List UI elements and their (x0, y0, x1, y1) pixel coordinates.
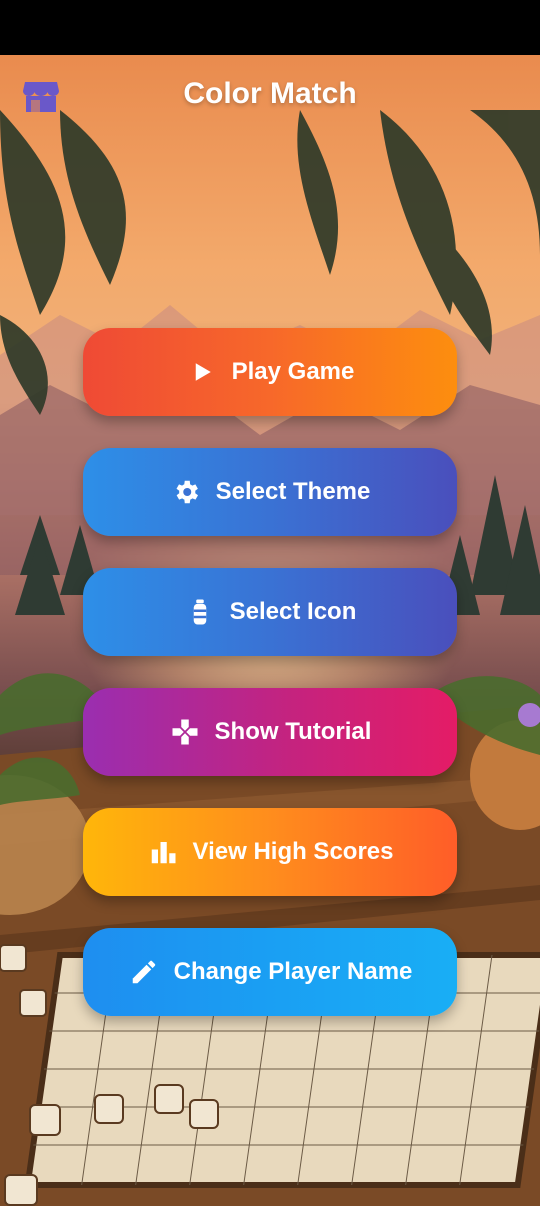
gamepad-icon (169, 716, 201, 748)
app-title: Color Match (183, 77, 357, 110)
select-icon-button[interactable]: Select Icon (83, 568, 457, 656)
bottle-icon (184, 596, 216, 628)
app-bar: Color Match (0, 55, 540, 137)
status-bar (0, 0, 540, 55)
select-theme-button[interactable]: Select Theme (83, 448, 457, 536)
change-player-name-button[interactable]: Change Player Name (83, 928, 457, 1016)
play-icon (186, 356, 218, 388)
play-game-button[interactable]: Play Game (83, 328, 457, 416)
pencil-icon (128, 956, 160, 988)
view-high-scores-label: View High Scores (192, 838, 394, 865)
main-menu: Play Game Select Theme Select Icon Show … (83, 328, 457, 1048)
bar-chart-icon (147, 836, 179, 868)
change-player-name-label: Change Player Name (173, 958, 413, 985)
gear-icon (170, 476, 202, 508)
select-theme-label: Select Theme (215, 478, 371, 505)
show-tutorial-label: Show Tutorial (214, 718, 372, 745)
show-tutorial-button[interactable]: Show Tutorial (83, 688, 457, 776)
view-high-scores-button[interactable]: View High Scores (83, 808, 457, 896)
play-game-label: Play Game (231, 358, 355, 385)
select-icon-label: Select Icon (229, 598, 357, 625)
app-screen: Color Match Play Game Select Theme Selec… (0, 0, 540, 1206)
